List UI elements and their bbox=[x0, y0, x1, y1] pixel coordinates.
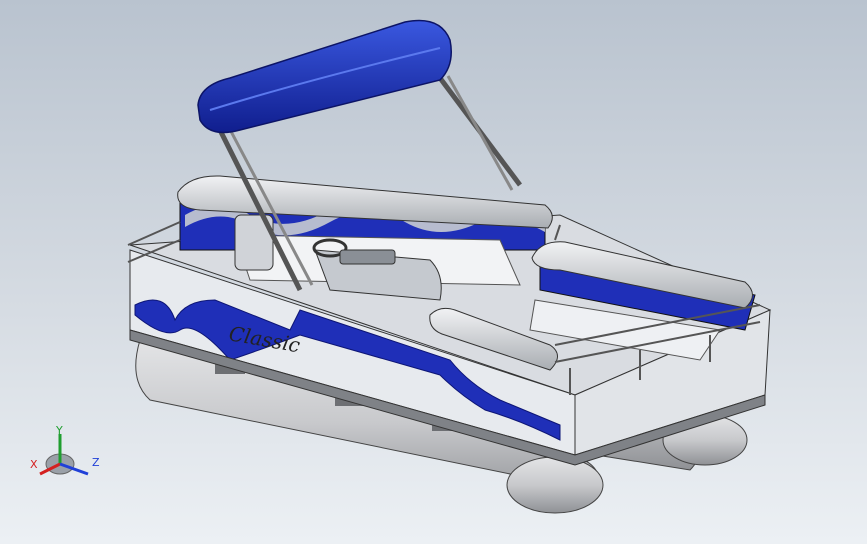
bimini-frame-right-2 bbox=[446, 75, 514, 191]
z-axis-label: Z bbox=[92, 456, 100, 469]
coordinate-triad: Y X Z bbox=[28, 424, 108, 488]
y-axis-label: Y bbox=[55, 424, 63, 437]
gauge-panel bbox=[339, 249, 396, 265]
x-axis-label: X bbox=[30, 458, 38, 471]
pontoon-nose-front bbox=[506, 456, 604, 514]
cad-viewport[interactable]: Classic Y X Z bbox=[0, 0, 867, 544]
pontoon-boat-model[interactable]: Classic bbox=[0, 0, 867, 544]
